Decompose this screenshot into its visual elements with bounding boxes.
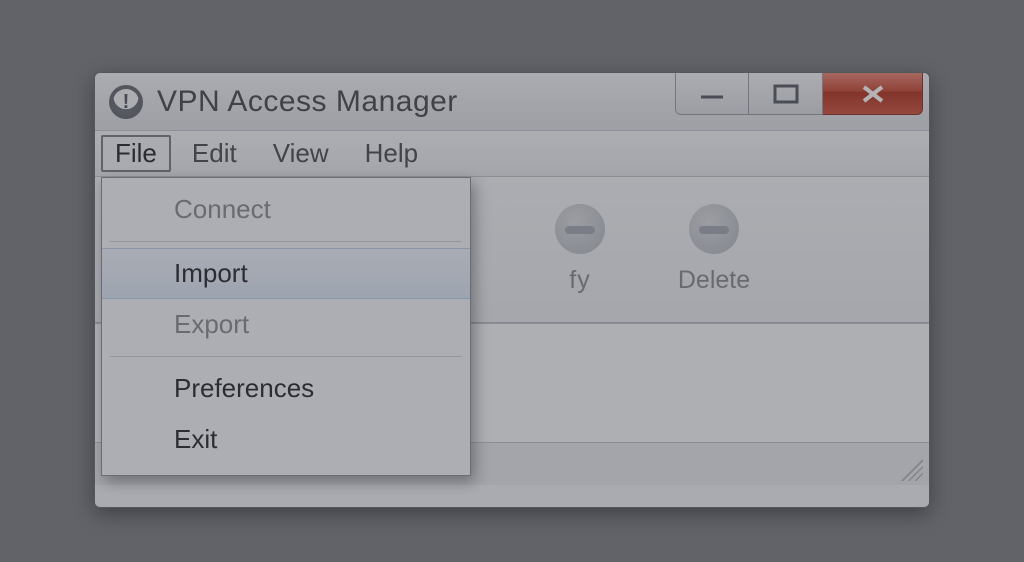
file-dropdown: Connect Import Export Preferences Exit <box>101 177 471 476</box>
close-icon <box>858 81 888 107</box>
window-title: VPN Access Manager <box>157 85 458 119</box>
menu-item-preferences[interactable]: Preferences <box>102 363 470 414</box>
menu-item-exit[interactable]: Exit <box>102 414 470 465</box>
menu-item-import[interactable]: Import <box>102 248 470 299</box>
toolbar-delete-label: Delete <box>678 266 750 295</box>
menu-separator <box>110 241 462 242</box>
maximize-icon <box>771 82 801 106</box>
toolbar-modify-button[interactable] <box>535 204 625 295</box>
menubar: File Edit View Help <box>95 131 929 177</box>
menu-edit[interactable]: Edit <box>177 135 252 172</box>
delete-icon <box>689 204 739 254</box>
menu-separator <box>110 356 462 357</box>
menu-file[interactable]: File <box>101 135 171 172</box>
close-button[interactable] <box>823 73 923 115</box>
titlebar[interactable]: ! VPN Access Manager <box>95 73 929 131</box>
minimize-button[interactable] <box>675 73 749 115</box>
menu-view[interactable]: View <box>258 135 344 172</box>
maximize-button[interactable] <box>749 73 823 115</box>
toolbar-modify-label <box>569 266 590 295</box>
window-controls <box>675 73 923 115</box>
minimize-icon <box>695 85 729 103</box>
app-window: ! VPN Access Manager File E <box>94 72 930 508</box>
menu-help[interactable]: Help <box>350 135 433 172</box>
client-area: Delete Connect Import Export Preferences… <box>95 177 929 507</box>
toolbar-delete-button[interactable]: Delete <box>669 204 759 295</box>
menu-item-export[interactable]: Export <box>102 299 470 350</box>
app-icon: ! <box>109 85 143 119</box>
menu-item-connect[interactable]: Connect <box>102 184 470 235</box>
modify-icon <box>555 204 605 254</box>
